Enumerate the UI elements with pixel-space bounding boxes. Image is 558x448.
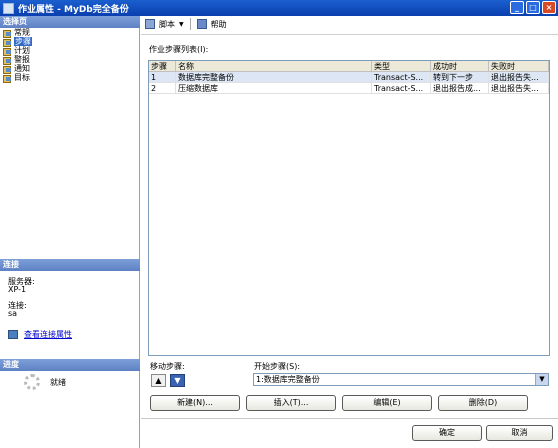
page-item-general[interactable]: 常规 (3, 28, 32, 38)
toolbar-divider (141, 34, 558, 35)
view-connection-properties-link[interactable]: 查看连接属性 (8, 329, 72, 340)
footer-divider (141, 418, 558, 419)
title-bar: 作业属性 - MyDb完全备份 _ □ × (0, 0, 558, 16)
page-item-label: 常规 (14, 28, 30, 37)
page-item-schedules[interactable]: 计划 (3, 46, 32, 56)
page-item-notifications[interactable]: 通知 (3, 64, 32, 74)
edit-step-button[interactable]: 编辑(E) (342, 395, 432, 411)
start-step-label: 开始步骤(S): (254, 362, 301, 371)
page-item-label: 目标 (14, 73, 30, 82)
cell-on-failure: 退出报告失... (489, 72, 549, 82)
connection-header: 连接 (0, 259, 140, 271)
table-row[interactable]: 2 压缩数据库 Transact-S... 退出报告成... 退出报告失... (149, 83, 549, 94)
cell-on-success: 退出报告成... (431, 83, 489, 93)
move-up-button[interactable]: ▲ (151, 374, 166, 387)
help-icon (196, 19, 207, 29)
cell-on-success: 转到下一步 (431, 72, 489, 82)
ok-button[interactable]: 确定 (412, 425, 482, 441)
table-row[interactable]: 1 数据库完整备份 Transact-S... 转到下一步 退出报告失... (149, 72, 549, 83)
cell-step: 1 (149, 72, 176, 82)
column-header-on-success[interactable]: 成功时 (431, 61, 489, 71)
left-pane: 选择页 常规 步骤 计划 警报 通知 目标 连接 服务器: XP-1 连接: s… (0, 16, 140, 448)
cell-type: Transact-S... (372, 83, 431, 93)
column-header-type[interactable]: 类型 (372, 61, 431, 71)
connection-info: 服务器: XP-1 连接: sa (8, 278, 35, 318)
progress-header: 进度 (0, 359, 140, 371)
close-button[interactable]: × (542, 1, 556, 14)
connection-value: sa (8, 309, 18, 318)
cell-name: 压缩数据库 (176, 83, 372, 93)
column-header-step[interactable]: 步骤 (149, 61, 176, 71)
page-item-targets[interactable]: 目标 (3, 73, 32, 83)
page-item-label: 计划 (14, 46, 30, 55)
progress-area: 就绪 (24, 374, 66, 390)
page-list: 常规 步骤 计划 警报 通知 目标 (3, 28, 32, 83)
page-item-alerts[interactable]: 警报 (3, 55, 32, 65)
maximize-button[interactable]: □ (526, 1, 540, 14)
progress-status: 就绪 (50, 377, 66, 387)
start-step-value: 1:数据库完整备份 (256, 375, 320, 384)
toolbar: 脚本 ▼ 帮助 (145, 17, 227, 31)
cell-name: 数据库完整备份 (176, 72, 372, 82)
script-icon (145, 19, 155, 29)
page-item-label: 通知 (14, 64, 30, 73)
page-icon (3, 56, 12, 65)
page-icon (3, 38, 12, 47)
step-list-grid[interactable]: 步骤 名称 类型 成功时 失败时 1 数据库完整备份 Transact-S...… (148, 60, 550, 356)
cell-step: 2 (149, 83, 176, 93)
cancel-button[interactable]: 取消 (486, 425, 553, 441)
window-title: 作业属性 - MyDb完全备份 (18, 4, 129, 15)
column-header-name[interactable]: 名称 (176, 61, 372, 71)
toolbar-separator (189, 18, 191, 30)
connection-properties-icon (8, 330, 18, 339)
chevron-down-icon[interactable]: ▼ (535, 374, 548, 385)
page-icon (3, 29, 12, 38)
new-step-button[interactable]: 新建(N)... (150, 395, 240, 411)
move-step-label: 移动步骤: (150, 362, 185, 371)
step-list-header: 步骤 名称 类型 成功时 失败时 (149, 61, 549, 72)
page-item-label: 警报 (14, 55, 30, 64)
move-down-button[interactable]: ▼ (170, 374, 185, 387)
view-connection-properties-label: 查看连接属性 (24, 330, 72, 339)
progress-spinner-icon (24, 374, 40, 390)
page-item-label: 步骤 (14, 37, 32, 46)
page-icon (3, 47, 12, 56)
start-step-select[interactable]: 1:数据库完整备份 ▼ (253, 373, 549, 386)
page-icon (3, 65, 12, 74)
server-value: XP-1 (8, 285, 27, 294)
help-button[interactable]: 帮助 (211, 19, 227, 30)
script-button[interactable]: 脚本 (159, 19, 175, 30)
page-icon (3, 74, 12, 83)
minimize-button[interactable]: _ (510, 1, 524, 14)
column-header-on-failure[interactable]: 失败时 (489, 61, 549, 71)
window-icon (3, 2, 14, 14)
delete-step-button[interactable]: 删除(D) (438, 395, 528, 411)
cell-type: Transact-S... (372, 72, 431, 82)
cell-on-failure: 退出报告失... (489, 83, 549, 93)
step-list-label: 作业步骤列表(I): (149, 45, 209, 54)
page-item-steps[interactable]: 步骤 (3, 37, 32, 47)
script-dropdown-icon[interactable]: ▼ (179, 21, 184, 28)
select-page-header: 选择页 (0, 16, 140, 28)
insert-step-button[interactable]: 插入(T)... (246, 395, 336, 411)
window-controls: _ □ × (510, 1, 556, 14)
